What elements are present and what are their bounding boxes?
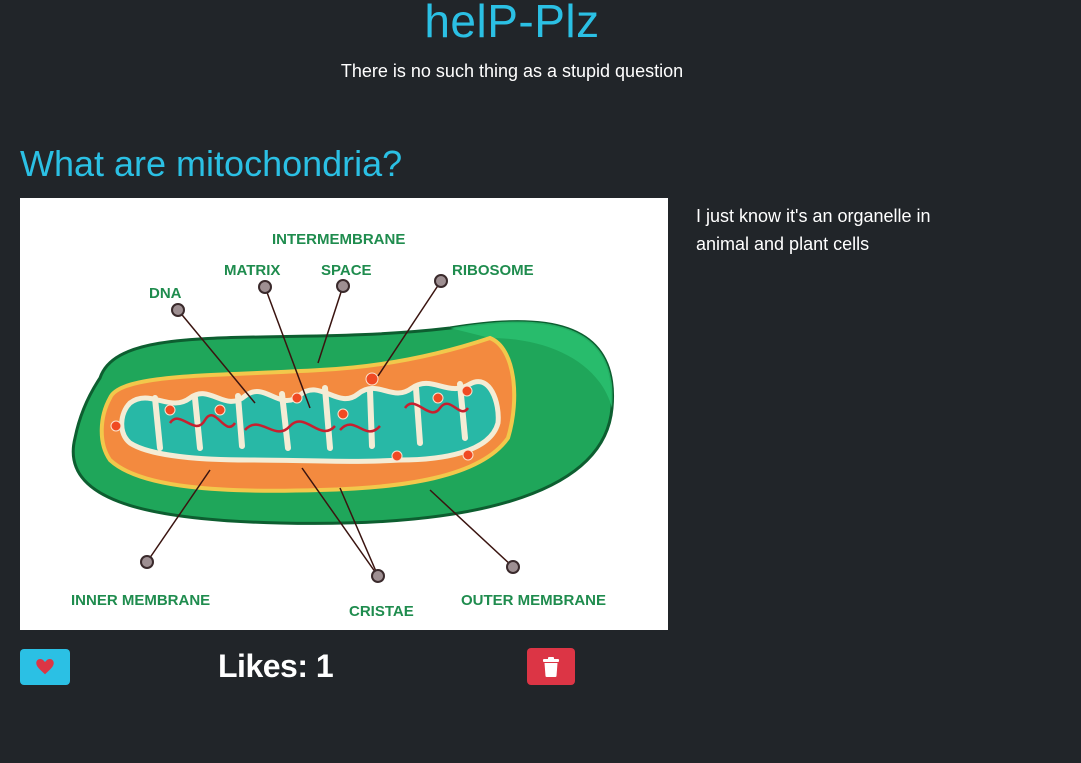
mitochondria-illustration: INTERMEMBRANE MATRIX SPACE RIBOSOME DNA … [71,231,615,620]
heart-icon [36,659,54,675]
delete-button[interactable] [527,648,575,685]
label-space: SPACE [321,262,372,279]
question-body: I just know it's an organelle in animal … [696,206,931,254]
label-matrix: MATRIX [224,262,280,279]
label-dna: DNA [149,285,182,302]
mitochondria-diagram: INTERMEMBRANE MATRIX SPACE RIBOSOME DNA … [20,198,668,630]
trash-icon [543,656,559,677]
label-ribosome: RIBOSOME [452,262,534,279]
label-intermembrane: INTERMEMBRANE [272,231,405,248]
like-button[interactable] [20,649,70,685]
label-cristae: CRISTAE [349,603,414,620]
likes-count: Likes: 1 [218,648,334,684]
site-subtitle: There is no such thing as a stupid quest… [340,61,684,81]
site-title: helP-Plz [424,0,600,47]
question-title: What are mitochondria? [20,143,403,184]
label-outer-membrane: OUTER MEMBRANE [461,592,606,609]
label-inner-membrane: INNER MEMBRANE [71,592,210,609]
